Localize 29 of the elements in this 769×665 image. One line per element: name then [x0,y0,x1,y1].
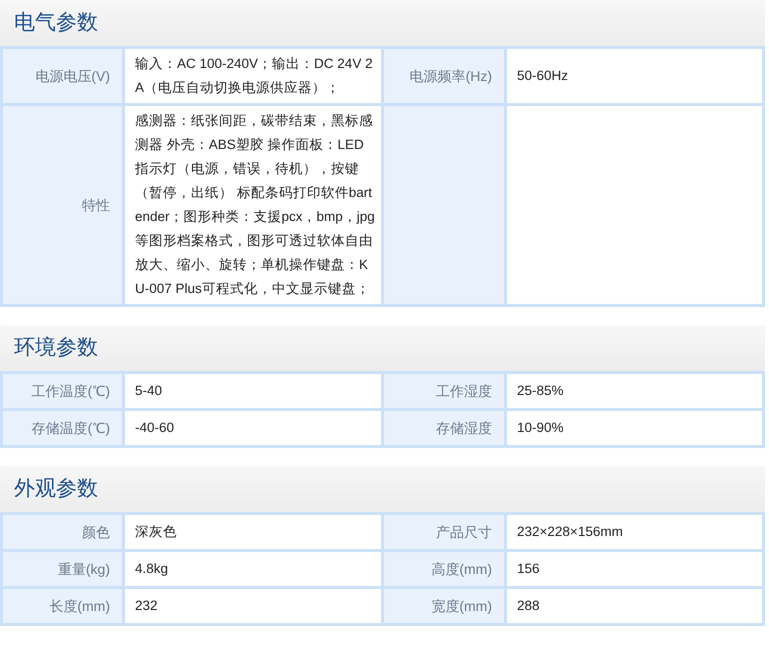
spec-label: 高度(mm) [431,560,492,579]
spec-label: 工作温度(℃) [32,382,110,401]
spec-label: 长度(mm) [49,596,110,616]
spec-label: 颜色 [82,522,110,542]
spec-value: 50-60Hz [517,67,568,85]
spec-label: 存储温度(℃) [32,418,110,438]
spec-value: -40-60 [135,419,174,437]
spec-value: 232 [135,597,158,615]
spec-label: 电源电压(V) [35,66,110,86]
spec-value: 232×228×156mm [517,523,623,541]
spec-value: 4.8kg [135,560,168,578]
spec-value: 10-90% [517,419,564,437]
spec-label: 电源频率(Hz) [410,66,492,86]
section-title: 电气参数 [14,10,98,36]
spec-value: 输入：AC 100-240V；输出：DC 24V 2A（电压自动切换电源供应器）； [135,55,374,97]
spec-label: 存储湿度 [436,418,492,438]
spec-value: 25-85% [517,382,564,400]
spec-label: 宽度(mm) [431,596,492,616]
spec-value: 288 [517,597,540,615]
spec-value: 156 [517,560,540,578]
spec-label: 产品尺寸 [436,522,492,542]
spec-value: 5-40 [135,382,162,400]
spec-value: 深灰色 [135,523,177,541]
section-title: 外观参数 [14,476,98,502]
section-title: 环境参数 [14,335,98,362]
spec-label: 工作湿度 [436,382,492,400]
spec-label: 重量(kg) [58,560,110,579]
spec-label: 特性 [82,196,110,214]
spec-value: 感测器：纸张间距，碳带结束，黑标感测器 外壳：ABS塑胶 操作面板：LED指示灯（电源，错误，待机），按键（暂停，出纸） 标配条码打印软件bartender；图形种类：支援pcx，bmp，jpg等图形档案格式，图形可透过软体自由放大、缩小、旋转；单机操作键盘：KU-007 Plus可程式化，中文显示键盘； [135,112,375,298]
